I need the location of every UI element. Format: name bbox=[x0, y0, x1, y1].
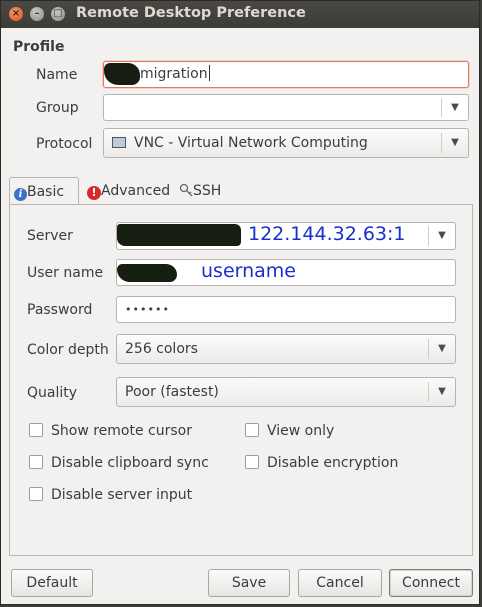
default-button[interactable]: Default bbox=[11, 569, 93, 597]
window-title: Remote Desktop Preference bbox=[76, 5, 306, 21]
minimize-window-button[interactable]: – bbox=[30, 7, 44, 21]
quality-combo[interactable]: Poor (fastest) ▼ bbox=[116, 377, 456, 407]
server-label: Server bbox=[27, 228, 73, 244]
password-label: Password bbox=[27, 302, 93, 318]
chevron-down-icon: ▼ bbox=[441, 98, 468, 117]
disable-encryption-label: Disable encryption bbox=[267, 455, 399, 471]
server-value: 122.144.32.63:1 bbox=[248, 223, 406, 245]
show-remote-cursor-checkbox[interactable]: Show remote cursor bbox=[29, 422, 192, 440]
disable-clipboard-sync-checkbox[interactable]: Disable clipboard sync bbox=[29, 454, 209, 472]
protocol-combo[interactable]: VNC - Virtual Network Computing ▼ bbox=[103, 128, 469, 158]
checkbox-box[interactable] bbox=[29, 423, 43, 437]
view-only-label: View only bbox=[267, 423, 335, 439]
remote-desktop-preference-window: × – □ Remote Desktop Preference Profile … bbox=[0, 0, 480, 605]
color-depth-value: 256 colors bbox=[125, 341, 198, 357]
close-window-button[interactable]: × bbox=[9, 7, 23, 21]
tab-basic-label: Basic bbox=[27, 184, 65, 200]
checkbox-box[interactable] bbox=[29, 487, 43, 501]
color-depth-combo[interactable]: 256 colors ▼ bbox=[116, 334, 456, 364]
group-combo[interactable]: ▼ bbox=[103, 94, 469, 121]
username-redaction bbox=[117, 264, 177, 282]
name-redaction bbox=[104, 63, 140, 85]
profile-section-title: Profile bbox=[13, 39, 65, 55]
checkbox-box[interactable] bbox=[245, 423, 259, 437]
disable-server-input-label: Disable server input bbox=[51, 487, 193, 503]
server-redaction bbox=[117, 224, 241, 246]
tab-advanced[interactable]: ! Advanced bbox=[83, 177, 175, 205]
quality-value: Poor (fastest) bbox=[125, 384, 219, 400]
view-only-checkbox[interactable]: View only bbox=[245, 422, 334, 440]
cancel-button[interactable]: Cancel bbox=[298, 569, 382, 597]
show-remote-cursor-label: Show remote cursor bbox=[51, 423, 192, 439]
disable-server-input-checkbox[interactable]: Disable server input bbox=[29, 486, 192, 504]
tab-advanced-label: Advanced bbox=[101, 183, 171, 199]
vnc-protocol-icon bbox=[112, 137, 126, 148]
disable-encryption-checkbox[interactable]: Disable encryption bbox=[245, 454, 398, 472]
protocol-value: VNC - Virtual Network Computing bbox=[134, 135, 368, 151]
tab-basic[interactable]: i Basic bbox=[9, 177, 79, 205]
chevron-down-icon: ▼ bbox=[428, 226, 455, 246]
protocol-label: Protocol bbox=[36, 136, 93, 152]
disable-clipboard-sync-label: Disable clipboard sync bbox=[51, 455, 209, 471]
chevron-down-icon: ▼ bbox=[441, 133, 468, 153]
chevron-down-icon: ▼ bbox=[428, 339, 455, 359]
error-icon: ! bbox=[87, 186, 101, 200]
text-cursor bbox=[208, 65, 210, 81]
connect-button[interactable]: Connect bbox=[389, 569, 473, 597]
checkbox-box[interactable] bbox=[29, 455, 43, 469]
title-bar: × – □ Remote Desktop Preference bbox=[1, 1, 479, 28]
group-label: Group bbox=[36, 100, 79, 116]
checkbox-box[interactable] bbox=[245, 455, 259, 469]
maximize-window-button[interactable]: □ bbox=[51, 7, 65, 21]
save-button[interactable]: Save bbox=[208, 569, 290, 597]
username-label: User name bbox=[27, 265, 104, 281]
name-label: Name bbox=[36, 67, 78, 83]
key-icon bbox=[179, 183, 193, 197]
tab-ssh-label: SSH bbox=[193, 183, 222, 199]
info-icon: i bbox=[14, 188, 27, 201]
name-field[interactable]: migration bbox=[103, 61, 469, 88]
username-value: username bbox=[201, 260, 296, 282]
color-depth-label: Color depth bbox=[27, 342, 109, 358]
password-field[interactable]: •••••• bbox=[116, 296, 456, 323]
tab-ssh[interactable]: SSH bbox=[175, 177, 239, 205]
quality-label: Quality bbox=[27, 385, 78, 401]
chevron-down-icon: ▼ bbox=[428, 382, 455, 402]
